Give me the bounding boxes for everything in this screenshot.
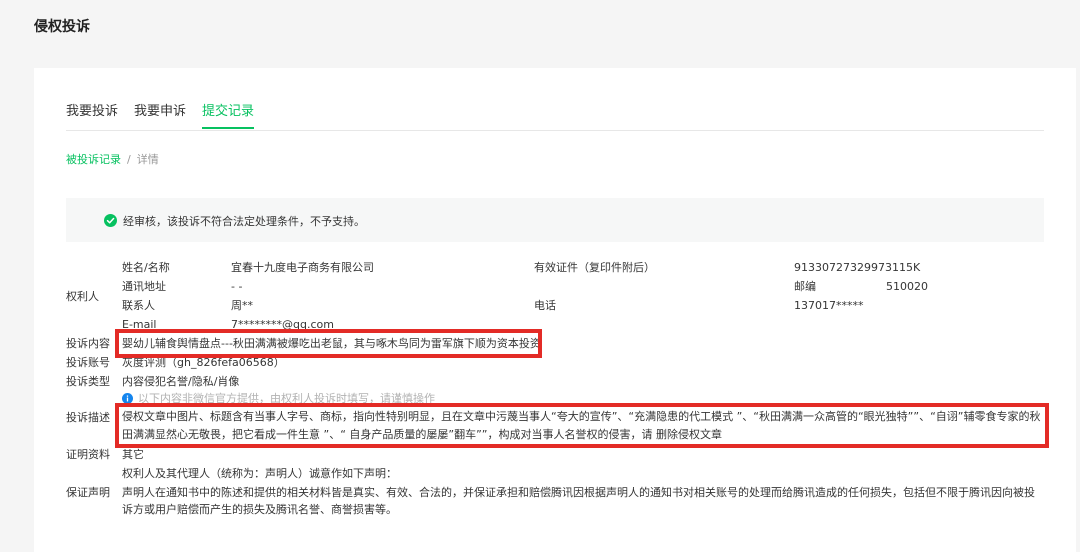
- page-title: 侵权投诉: [34, 19, 90, 35]
- account-label: 投诉账号: [66, 356, 110, 369]
- tab-records[interactable]: 提交记录: [202, 104, 255, 129]
- type-value: 内容侵犯名誉/隐私/肖像: [122, 375, 240, 388]
- proof-label: 证明资料: [66, 448, 110, 461]
- tab-bar: 我要投诉 我要申诉 提交记录: [66, 104, 1044, 131]
- name-label: 姓名/名称: [122, 261, 170, 274]
- breadcrumb: 被投诉记录 / 详情: [66, 151, 159, 167]
- check-circle-icon: [104, 214, 117, 227]
- notice-text: 经审核，该投诉不符合法定处理条件，不予支持。: [123, 215, 365, 228]
- info-icon: [122, 393, 133, 404]
- phone-value: 137017*****: [794, 299, 864, 312]
- desc-value: 侵权文章中图片、标题含有当事人字号、商标，指向性特别明显，且在文章中污蔑当事人“…: [122, 410, 1041, 441]
- tab-complain[interactable]: 我要投诉: [66, 104, 118, 120]
- name-value: 宜春十九度电子商务有限公司: [231, 261, 374, 274]
- breadcrumb-separator: /: [127, 153, 131, 166]
- guarantee-value: 声明人在通知书中的陈述和提供的相关材料皆是真实、有效、合法的，并保证承担和赔偿腾…: [122, 486, 1035, 516]
- proof-value: 其它: [122, 448, 144, 461]
- desc-label: 投诉描述: [66, 411, 110, 424]
- email-label: E-mail: [122, 318, 157, 331]
- detail-card: 我要投诉 我要申诉 提交记录 被投诉记录 / 详情 经审核，该投诉不符合法定处理条件…: [34, 68, 1076, 552]
- review-result-notice: 经审核，该投诉不符合法定处理条件，不予支持。: [66, 198, 1044, 242]
- content-label: 投诉内容: [66, 337, 110, 350]
- contact-label: 联系人: [122, 299, 155, 312]
- postcode-label: 邮编: [794, 280, 816, 293]
- content-value: 婴幼儿辅食舆情盘点---秋田满满被爆吃出老鼠，其与啄木鸟同为雷军旗下顺为资本投资: [122, 337, 541, 350]
- cert-label: 有效证件（复印件附后）: [534, 261, 655, 274]
- tab-appeal[interactable]: 我要申诉: [134, 104, 186, 120]
- right-holder-label: 权利人: [66, 290, 99, 303]
- contact-value: 周**: [231, 299, 253, 312]
- account-value: 灰度评测（gh_826fefa06568）: [122, 356, 285, 369]
- phone-label: 电话: [534, 299, 556, 312]
- address-value: - -: [231, 280, 243, 293]
- guarantee-intro: 权利人及其代理人（统称为：声明人）诚意作如下声明：: [122, 467, 397, 480]
- type-label: 投诉类型: [66, 375, 110, 388]
- address-label: 通讯地址: [122, 280, 166, 293]
- breadcrumb-records-link[interactable]: 被投诉记录: [66, 153, 121, 166]
- postcode-value: 510020: [886, 280, 928, 293]
- cert-value: 91330727329973115K: [794, 261, 921, 274]
- type-note: 以下内容非微信官方提供，由权利人投诉时填写，请谨慎操作: [138, 392, 435, 405]
- email-value: 7********@qq.com: [231, 318, 334, 331]
- guarantee-label: 保证声明: [66, 486, 110, 499]
- breadcrumb-current: 详情: [136, 153, 159, 166]
